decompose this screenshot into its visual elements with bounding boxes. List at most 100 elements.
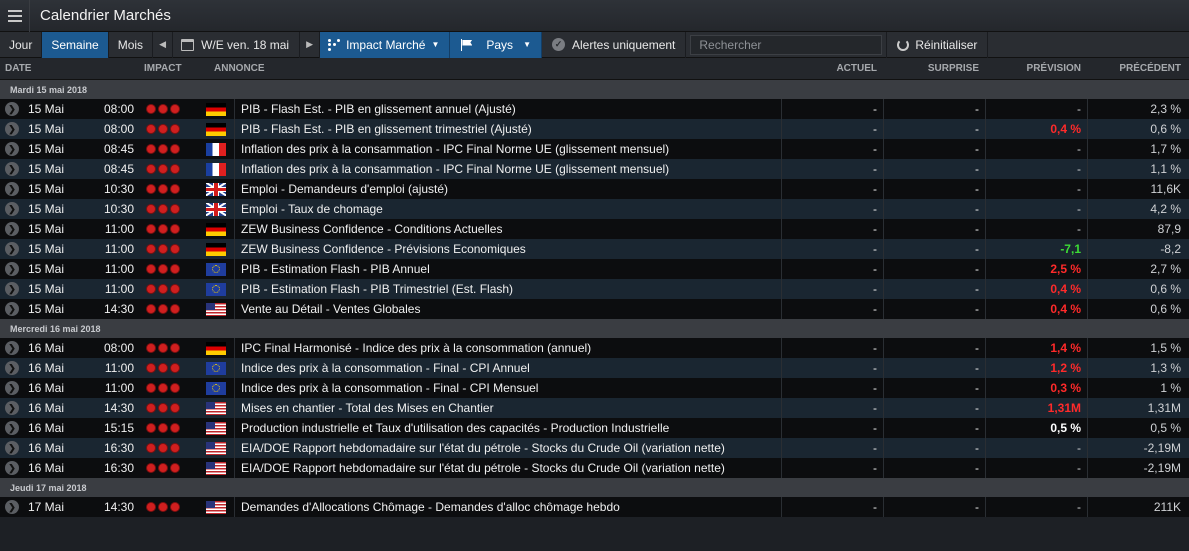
- reset-button[interactable]: Réinitialiser: [886, 31, 989, 58]
- table-row[interactable]: ❯ 15 Mai 11:00 ZEW Business Confidence - Pr…: [0, 239, 1189, 259]
- table-row[interactable]: ❯ 15 Mai 10:30 Emploi - Taux de chomage - - -4…: [0, 199, 1189, 219]
- previous-value: 0,6 %: [1087, 119, 1189, 139]
- table-row[interactable]: ❯ 16 Mai 11:00 Indice des prix à la consomm…: [0, 378, 1189, 398]
- event-title[interactable]: EIA/DOE Rapport hebdomadaire sur l'état …: [234, 438, 781, 458]
- impact-dot-icon: [146, 463, 156, 473]
- column-impact[interactable]: IMPACT: [138, 63, 208, 74]
- table-row[interactable]: ❯ 15 Mai 11:00 ZEW Business Confidence - Co…: [0, 219, 1189, 239]
- expand-arrow-icon[interactable]: ❯: [5, 282, 19, 296]
- event-title[interactable]: PIB - Flash Est. - PIB en glissement ann…: [234, 99, 781, 119]
- alerts-only-toggle[interactable]: ✓ Alertes uniquement: [542, 31, 687, 58]
- impact-indicator: [134, 124, 198, 134]
- event-title[interactable]: PIB - Flash Est. - PIB en glissement tri…: [234, 119, 781, 139]
- surprise-value: -: [883, 458, 985, 478]
- expand-arrow-icon[interactable]: ❯: [5, 421, 19, 435]
- column-annonce[interactable]: ANNONCE: [208, 63, 781, 74]
- table-row[interactable]: ❯ 15 Mai 11:00 PIB - Estimation Flash - PIB…: [0, 279, 1189, 299]
- country-filter-dropdown[interactable]: Pays ▼: [450, 31, 542, 58]
- column-header-row: DATE IMPACT ANNONCE ACTUEL SURPRISE PRÉV…: [0, 58, 1189, 80]
- event-title[interactable]: Inflation des prix à la consammation - I…: [234, 139, 781, 159]
- period-day-button[interactable]: Jour: [0, 31, 43, 58]
- event-title[interactable]: ZEW Business Confidence - Prévisions Eco…: [234, 239, 781, 259]
- column-actuel[interactable]: ACTUEL: [781, 63, 883, 74]
- us-flag-icon: [206, 500, 226, 514]
- table-row[interactable]: ❯ 16 Mai 08:00 IPC Final Harmonisé - Indice…: [0, 338, 1189, 358]
- germany-flag-icon: [206, 242, 226, 256]
- event-title[interactable]: Vente au Détail - Ventes Globales: [234, 299, 781, 319]
- event-title[interactable]: PIB - Estimation Flash - PIB Annuel: [234, 259, 781, 279]
- expand-arrow-icon[interactable]: ❯: [5, 182, 19, 196]
- title-bar: Calendrier Marchés: [0, 0, 1189, 32]
- event-title[interactable]: Emploi - Demandeurs d'emploi (ajusté): [234, 179, 781, 199]
- actual-value: -: [781, 418, 883, 438]
- event-title[interactable]: ZEW Business Confidence - Conditions Act…: [234, 219, 781, 239]
- table-row[interactable]: ❯ 16 Mai 16:30 EIA/DOE Rapport hebdomadaire…: [0, 458, 1189, 478]
- event-time: 16:30: [103, 461, 134, 475]
- expand-arrow-icon[interactable]: ❯: [5, 102, 19, 116]
- expand-arrow-icon[interactable]: ❯: [5, 361, 19, 375]
- table-row[interactable]: ❯ 16 Mai 11:00 Indice des prix à la consomm…: [0, 358, 1189, 378]
- impact-dots-icon: [328, 38, 341, 51]
- table-row[interactable]: ❯ 16 Mai 16:30 EIA/DOE Rapport hebdomadaire…: [0, 438, 1189, 458]
- expand-arrow-icon[interactable]: ❯: [5, 202, 19, 216]
- column-date[interactable]: DATE: [0, 63, 138, 74]
- table-row[interactable]: ❯ 15 Mai 08:00 PIB - Flash Est. - PIB en gl…: [0, 119, 1189, 139]
- expand-arrow-icon[interactable]: ❯: [5, 122, 19, 136]
- table-row[interactable]: ❯ 15 Mai 11:00 PIB - Estimation Flash - PIB…: [0, 259, 1189, 279]
- table-row[interactable]: ❯ 15 Mai 08:45 Inflation des prix à la cons…: [0, 139, 1189, 159]
- period-month-button[interactable]: Mois: [109, 31, 154, 58]
- event-day: 15 Mai: [28, 162, 65, 176]
- actual-value: -: [781, 299, 883, 319]
- expand-arrow-icon[interactable]: ❯: [5, 461, 19, 475]
- surprise-value: -: [883, 438, 985, 458]
- impact-dot-icon: [158, 104, 168, 114]
- table-row[interactable]: ❯ 17 Mai 14:30 Demandes d'Allocations Chôma…: [0, 497, 1189, 517]
- expand-arrow-icon[interactable]: ❯: [5, 142, 19, 156]
- expand-arrow-icon[interactable]: ❯: [5, 242, 19, 256]
- event-title[interactable]: Mises en chantier - Total des Mises en C…: [234, 398, 781, 418]
- forecast-value: 1,2 %: [985, 358, 1087, 378]
- event-title[interactable]: Production industrielle et Taux d'utilis…: [234, 418, 781, 438]
- expand-arrow-icon[interactable]: ❯: [5, 162, 19, 176]
- expand-arrow-icon[interactable]: ❯: [5, 500, 19, 514]
- event-title[interactable]: Inflation des prix à la consammation - I…: [234, 159, 781, 179]
- event-title[interactable]: PIB - Estimation Flash - PIB Trimestriel…: [234, 279, 781, 299]
- column-surprise[interactable]: SURPRISE: [883, 63, 985, 74]
- period-week-button[interactable]: Semaine: [42, 31, 109, 58]
- table-row[interactable]: ❯ 15 Mai 14:30 Vente au Détail - Ventes Glo…: [0, 299, 1189, 319]
- event-title[interactable]: Emploi - Taux de chomage: [234, 199, 781, 219]
- event-title[interactable]: EIA/DOE Rapport hebdomadaire sur l'état …: [234, 458, 781, 478]
- event-title[interactable]: Demandes d'Allocations Chômage - Demande…: [234, 497, 781, 517]
- impact-dot-icon: [158, 304, 168, 314]
- expand-arrow-icon[interactable]: ❯: [5, 262, 19, 276]
- expand-arrow-icon[interactable]: ❯: [5, 381, 19, 395]
- eu-flag-icon: [206, 361, 226, 375]
- event-day: 16 Mai: [28, 421, 65, 435]
- expand-arrow-icon[interactable]: ❯: [5, 341, 19, 355]
- column-prevision[interactable]: PRÉVISION: [985, 63, 1087, 74]
- impact-indicator: [134, 164, 198, 174]
- table-row[interactable]: ❯ 15 Mai 10:30 Emploi - Demandeurs d'emploi…: [0, 179, 1189, 199]
- table-row[interactable]: ❯ 16 Mai 15:15 Production industrielle et T…: [0, 418, 1189, 438]
- expand-arrow-icon[interactable]: ❯: [5, 222, 19, 236]
- table-row[interactable]: ❯ 15 Mai 08:45 Inflation des prix à la cons…: [0, 159, 1189, 179]
- date-picker[interactable]: W/E ven. 18 mai: [173, 31, 301, 58]
- expand-arrow-icon[interactable]: ❯: [5, 441, 19, 455]
- impact-dot-icon: [158, 403, 168, 413]
- previous-value: 0,6 %: [1087, 279, 1189, 299]
- event-title[interactable]: IPC Final Harmonisé - Indice des prix à …: [234, 338, 781, 358]
- menu-icon[interactable]: [0, 0, 30, 32]
- previous-week-icon[interactable]: ◀: [153, 31, 174, 58]
- table-row[interactable]: ❯ 16 Mai 14:30 Mises en chantier - Total de…: [0, 398, 1189, 418]
- column-precedent[interactable]: PRÉCÉDENT: [1087, 63, 1189, 74]
- table-row[interactable]: ❯ 15 Mai 08:00 PIB - Flash Est. - PIB en gl…: [0, 99, 1189, 119]
- expand-arrow-icon[interactable]: ❯: [5, 401, 19, 415]
- search-input[interactable]: [690, 34, 883, 55]
- event-title[interactable]: Indice des prix à la consommation - Fina…: [234, 378, 781, 398]
- event-title[interactable]: Indice des prix à la consommation - Fina…: [234, 358, 781, 378]
- impact-filter-dropdown[interactable]: Impact Marché ▼: [320, 31, 451, 58]
- next-week-icon[interactable]: ▶: [300, 31, 321, 58]
- event-day: 16 Mai: [28, 361, 65, 375]
- expand-arrow-icon[interactable]: ❯: [5, 302, 19, 316]
- event-time: 08:45: [103, 162, 134, 176]
